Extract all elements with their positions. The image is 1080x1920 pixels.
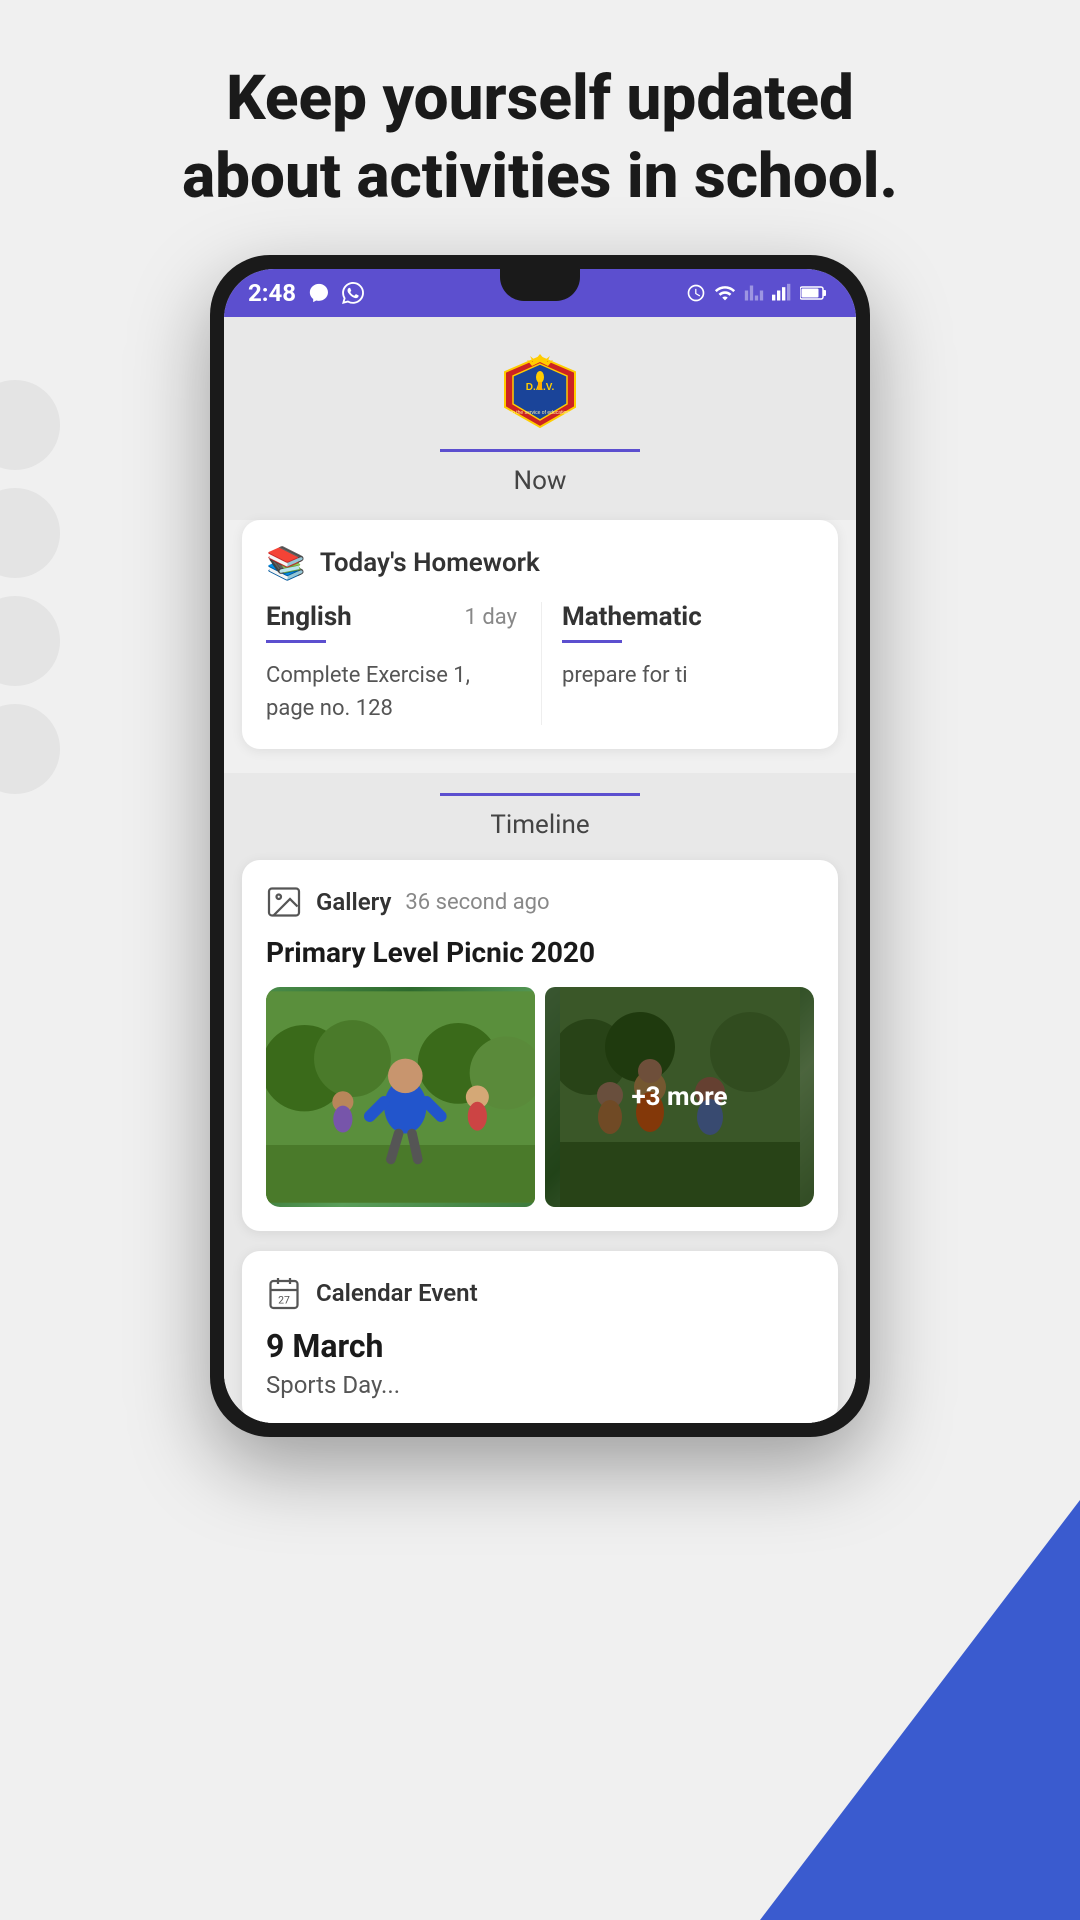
gallery-title: Primary Level Picnic 2020 — [266, 936, 814, 969]
timeline-section: Timeline Gallery 36 second ago P — [224, 773, 856, 1423]
homework-title: Today's Homework — [320, 548, 540, 578]
status-left: 2:48 — [248, 279, 364, 307]
background-triangle — [760, 1500, 1080, 1920]
gallery-icon — [266, 884, 302, 920]
more-overlay: +3 more — [545, 987, 814, 1207]
calendar-meta: 27 Calendar Event — [266, 1275, 814, 1311]
svg-text:27: 27 — [278, 1294, 290, 1307]
gallery-card[interactable]: Gallery 36 second ago Primary Level Picn… — [242, 860, 838, 1231]
status-right — [686, 282, 828, 304]
whatsapp-icon — [342, 282, 364, 304]
english-subject-name: English — [266, 602, 352, 632]
more-count: +3 more — [631, 1082, 727, 1112]
phone-frame: 2:48 — [210, 255, 870, 1437]
math-desc: prepare for ti — [562, 659, 742, 692]
calendar-card[interactable]: 27 Calendar Event 9 March Sports Day... — [242, 1251, 838, 1423]
school-logo-section: D.A.V. in the service of education Now — [224, 317, 856, 520]
english-desc: Complete Exercise 1, page no. 128 — [266, 659, 517, 725]
gallery-meta: Gallery 36 second ago — [266, 884, 814, 920]
gallery-image-1[interactable] — [266, 987, 535, 1207]
school-crest-icon: D.A.V. in the service of education — [495, 352, 585, 432]
event-description-partial: Sports Day... — [266, 1371, 814, 1399]
school-logo: D.A.V. in the service of education — [490, 347, 590, 437]
subject-english-header: English 1 day — [266, 602, 517, 632]
book-icon: 📚 — [266, 544, 306, 582]
math-subject-name: Mathematic — [562, 602, 702, 632]
english-underline — [266, 640, 326, 643]
homework-card[interactable]: 📚 Today's Homework English 1 day Complet… — [242, 520, 838, 749]
event-date: 9 March — [266, 1327, 814, 1365]
battery-icon — [800, 284, 828, 302]
messenger-icon — [308, 282, 330, 304]
gallery-time: 36 second ago — [405, 890, 549, 915]
phone-screen: 2:48 — [224, 269, 856, 1423]
calendar-icon: 27 — [266, 1275, 302, 1311]
calendar-type: Calendar Event — [316, 1279, 478, 1307]
alarm-icon — [686, 283, 706, 303]
app-content: D.A.V. in the service of education Now 📚… — [224, 317, 856, 1423]
signal-icon — [744, 283, 764, 303]
now-tab-label: Now — [514, 466, 567, 496]
subject-math-header: Mathematic — [562, 602, 742, 632]
logo-underline — [440, 449, 640, 452]
card-header: 📚 Today's Homework — [242, 544, 838, 602]
gallery-image-2[interactable]: +3 more — [545, 987, 814, 1207]
timeline-label: Timeline — [490, 810, 589, 840]
gallery-images: +3 more — [266, 987, 814, 1207]
gallery-type: Gallery — [316, 888, 391, 916]
english-days: 1 day — [465, 605, 517, 630]
background-circles — [0, 380, 60, 794]
timeline-header: Timeline — [224, 793, 856, 860]
headline: Keep yourself updated about activities i… — [80, 60, 1000, 215]
subjects-scroll: English 1 day Complete Exercise 1, page … — [242, 602, 838, 725]
svg-text:in the service of education: in the service of education — [511, 410, 569, 416]
subject-math[interactable]: Mathematic prepare for ti — [542, 602, 762, 725]
page-header: Keep yourself updated about activities i… — [0, 0, 1080, 255]
picnic-scene-left — [266, 987, 535, 1207]
timeline-underline — [440, 793, 640, 796]
subject-english[interactable]: English 1 day Complete Exercise 1, page … — [242, 602, 542, 725]
signal-strength-icon — [772, 283, 792, 303]
math-underline — [562, 640, 622, 643]
status-time: 2:48 — [248, 279, 296, 307]
camera-notch — [500, 269, 580, 301]
wifi-icon — [714, 282, 736, 304]
